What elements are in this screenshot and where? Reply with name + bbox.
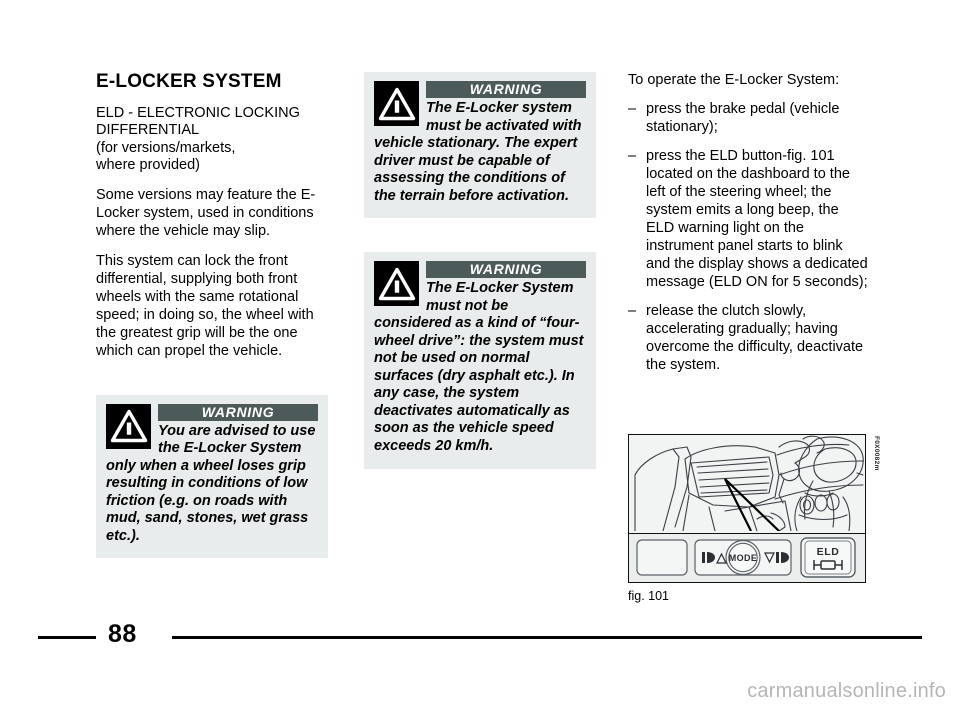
warning-triangle-icon xyxy=(374,81,419,126)
right-column: To operate the E-Locker System: – press … xyxy=(628,72,868,386)
warning-label: WARNING xyxy=(158,403,318,421)
warning-box-grip: WARNING You are advised to use the E-Loc… xyxy=(96,394,328,559)
subheading-line-4: where provided) xyxy=(96,157,200,174)
dash-marker: – xyxy=(628,100,637,117)
warning-box-not-four-wheel-drive: WARNING The E-Locker System must not be … xyxy=(364,252,596,469)
left-column: E-LOCKER SYSTEM ELD - ELECTRONIC LOCKING… xyxy=(96,71,328,559)
subheading-line-3: (for versions/markets, xyxy=(96,139,236,156)
warning-box-stationary: WARNING The E-Locker system must be acti… xyxy=(364,72,596,219)
footer-rule-left xyxy=(38,636,96,639)
dash-marker: – xyxy=(628,147,637,164)
page-footer: 88 xyxy=(38,622,922,647)
body-paragraph-2: This system can lock the front different… xyxy=(96,252,314,359)
dash-marker: – xyxy=(628,302,637,319)
figure-reference-code: F0X0082m xyxy=(873,436,880,471)
figure-101: MODE ELD F0X0082m fig. 101 xyxy=(628,434,880,603)
page-title: E-LOCKER SYSTEM xyxy=(96,71,282,92)
warning-header: WARNING The E-Locker system must be acti… xyxy=(374,81,586,205)
list-item: – release the clutch slowly, acceleratin… xyxy=(628,303,868,375)
control-panel-illustration: MODE ELD xyxy=(629,534,865,582)
warning-label: WARNING xyxy=(426,261,586,279)
middle-column: WARNING The E-Locker system must be acti… xyxy=(364,72,596,469)
section-subheading: ELD - ELECTRONIC LOCKING DIFFERENTIAL (f… xyxy=(96,105,328,175)
figure-frame: MODE ELD F0X0082m xyxy=(628,434,880,583)
warning-header: WARNING You are advised to use the E-Loc… xyxy=(106,403,318,546)
warning-triangle-icon xyxy=(374,261,419,307)
warning-text: The E-Locker System must not be consider… xyxy=(374,280,584,454)
manual-page: E-LOCKER SYSTEM ELD - ELECTRONIC LOCKING… xyxy=(0,0,960,709)
subheading-line-1: ELD - ELECTRONIC LOCKING xyxy=(96,104,300,121)
operating-instructions-intro: To operate the E-Locker System: xyxy=(628,72,840,88)
footer-rule-right xyxy=(172,636,922,639)
figure-caption: fig. 101 xyxy=(628,589,670,603)
operating-steps-list: – press the brake pedal (vehicle station… xyxy=(628,101,868,375)
svg-text:ELD: ELD xyxy=(817,546,840,558)
svg-text:MODE: MODE xyxy=(729,553,758,563)
list-item: – press the ELD button-fig. 101 located … xyxy=(628,148,868,292)
page-number: 88 xyxy=(108,620,137,648)
warning-header: WARNING The E-Locker System must not be … xyxy=(374,261,586,455)
subheading-line-2: DIFFERENTIAL xyxy=(96,122,200,139)
body-paragraph-1: Some versions may feature the E-Locker s… xyxy=(96,187,316,239)
warning-triangle-icon xyxy=(106,403,151,449)
list-item-label: press the brake pedal (vehicle stationar… xyxy=(646,100,840,135)
list-item-label: release the clutch slowly, accelerating … xyxy=(646,302,864,373)
dashboard-illustration xyxy=(629,435,865,534)
list-item: – press the brake pedal (vehicle station… xyxy=(628,101,868,137)
site-watermark: carmanualsonline.info xyxy=(747,680,946,702)
list-item-label: press the ELD button-fig. 101 located on… xyxy=(646,147,868,290)
warning-label: WARNING xyxy=(426,81,586,98)
